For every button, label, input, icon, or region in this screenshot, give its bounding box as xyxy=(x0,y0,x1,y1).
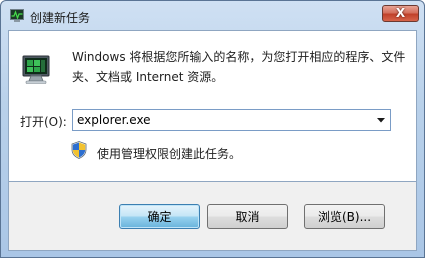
admin-privilege-note: 使用管理权限创建此任务。 xyxy=(97,147,242,161)
button-bar: 确定 取消 浏览(B)... xyxy=(8,182,417,251)
task-manager-icon xyxy=(10,9,24,23)
close-button[interactable]: X xyxy=(382,5,419,22)
browse-button[interactable]: 浏览(B)... xyxy=(304,204,385,229)
close-icon: X xyxy=(395,6,406,20)
window-title: 创建新任务 xyxy=(30,11,91,25)
open-input[interactable] xyxy=(77,112,367,128)
title-bar[interactable]: 创建新任务 X xyxy=(1,1,424,31)
cancel-button[interactable]: 取消 xyxy=(207,204,288,229)
dropdown-arrow-icon[interactable] xyxy=(372,110,390,130)
run-program-icon xyxy=(20,52,54,86)
dialog-body: Windows 将根据您所输入的名称，为您打开相应的程序、文件夹、文档或 Int… xyxy=(8,30,417,182)
open-combobox[interactable] xyxy=(72,109,391,131)
uac-shield-icon xyxy=(71,141,87,159)
create-task-dialog: 创建新任务 X Windows 将根据您所输入的名称，为您打开相应的程序、文件夹… xyxy=(0,0,425,258)
ok-button[interactable]: 确定 xyxy=(119,204,200,229)
open-label: 打开(O): xyxy=(20,115,67,129)
dialog-description: Windows 将根据您所输入的名称，为您打开相应的程序、文件夹、文档或 Int… xyxy=(72,50,406,84)
